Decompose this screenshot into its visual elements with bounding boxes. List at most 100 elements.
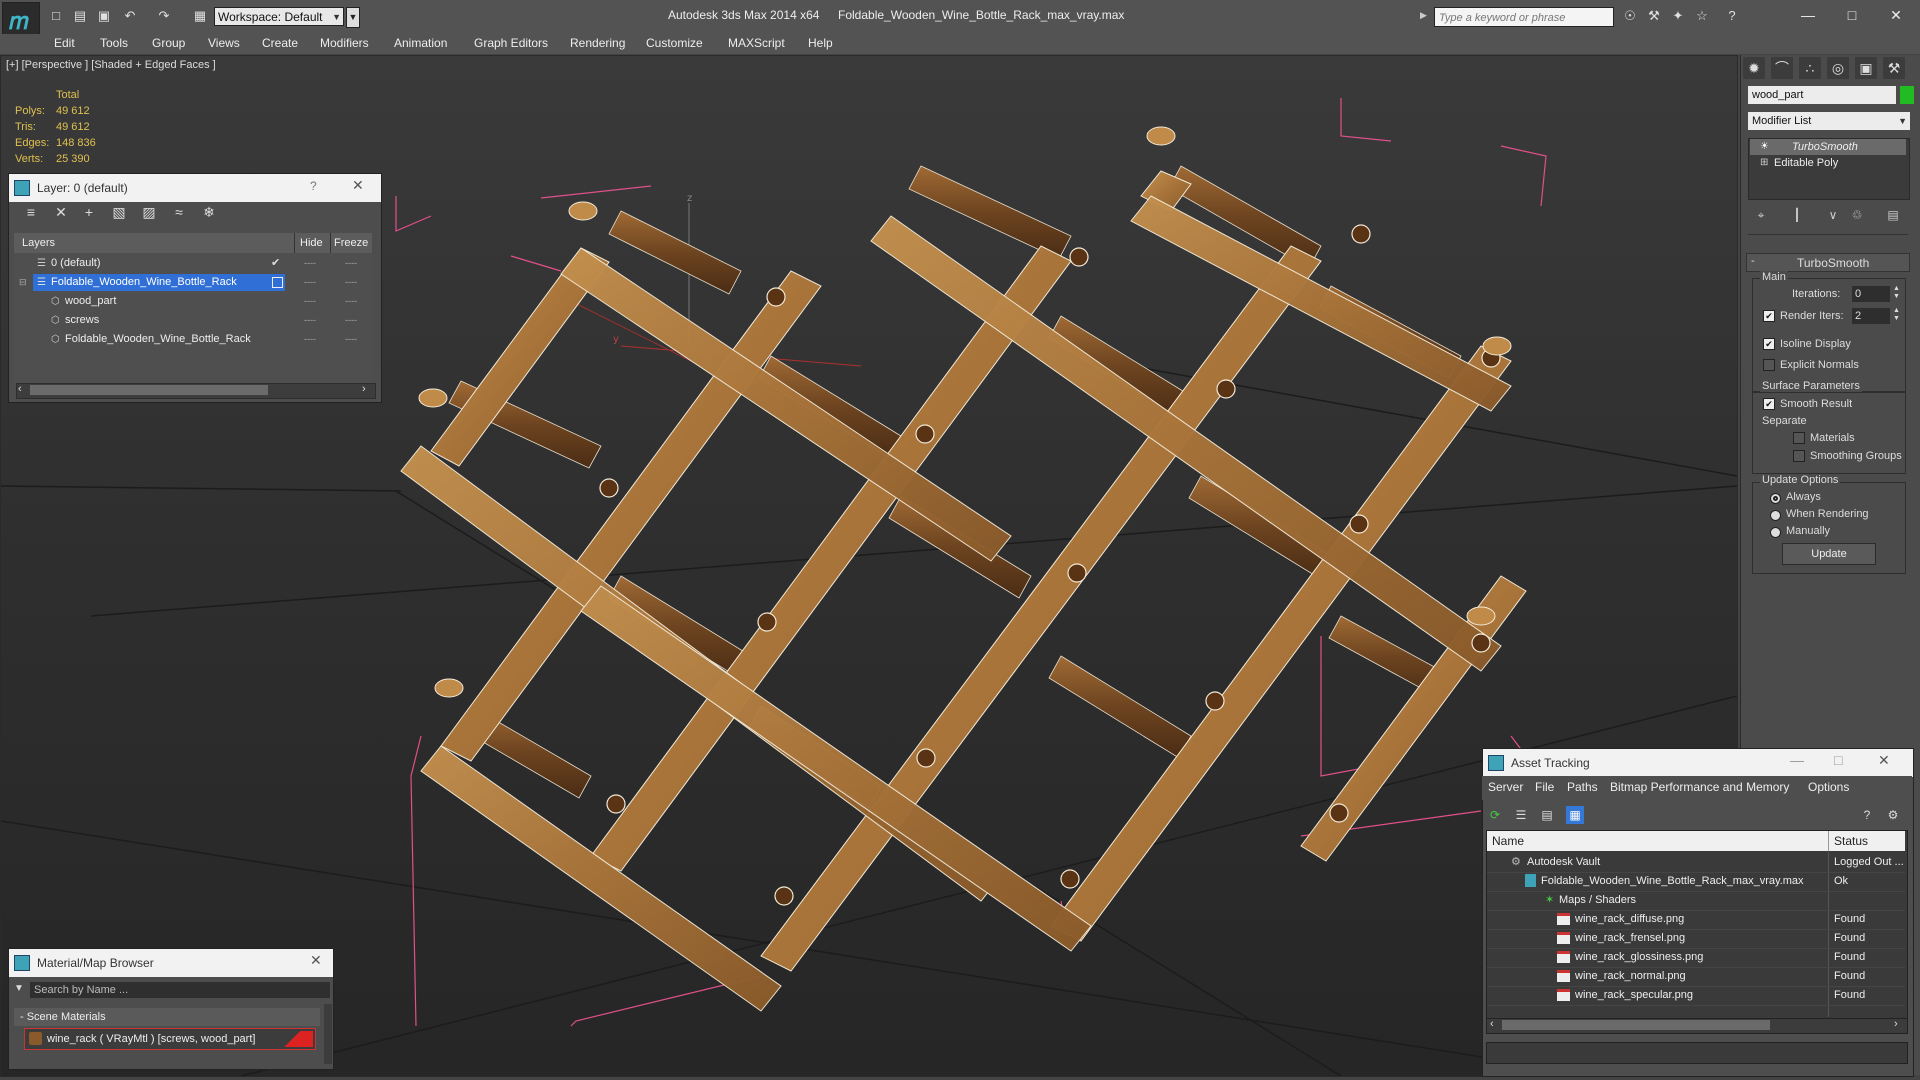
material-browser-scrollbar[interactable] <box>324 1004 332 1064</box>
layer-freeze-all-icon[interactable]: ❄ <box>200 203 218 221</box>
menu-views[interactable]: Views <box>208 33 240 53</box>
show-end-result-icon[interactable]: ┃ <box>1788 206 1806 224</box>
asset-row[interactable]: wine_rack_glossiness.png Found <box>1487 948 1905 968</box>
layer-row[interactable]: ☰ 0 (default) ✔ ---- ---- <box>15 254 369 273</box>
asset-help-icon[interactable]: ? <box>1858 806 1876 824</box>
material-item-wine-rack[interactable]: wine_rack ( VRayMtl ) [screws, wood_part… <box>24 1028 316 1050</box>
hide-toggle[interactable]: ---- <box>304 330 316 349</box>
layer-highlight-icon[interactable]: ▨ <box>140 203 158 221</box>
new-file-icon[interactable]: □ <box>48 8 64 24</box>
explicit-normals-checkbox[interactable] <box>1763 359 1775 371</box>
display-tab-icon[interactable]: ▣ <box>1855 57 1877 79</box>
hide-toggle[interactable]: ---- <box>304 254 316 273</box>
search-options-dropdown-icon[interactable]: ▼ <box>14 983 24 994</box>
always-radio[interactable] <box>1770 493 1781 504</box>
freeze-column-header[interactable]: Freeze <box>334 237 368 249</box>
open-file-icon[interactable]: ▤ <box>72 8 88 24</box>
list-view-icon[interactable]: ☰ <box>1512 806 1530 824</box>
hide-toggle[interactable]: ---- <box>304 273 316 292</box>
status-column-header[interactable]: Status <box>1834 834 1868 848</box>
menu-create[interactable]: Create <box>262 33 298 53</box>
stack-item-editable-poly[interactable]: ⊞ Editable Poly <box>1750 155 1906 171</box>
asset-row[interactable]: ⚙ Autodesk Vault Logged Out ... <box>1487 853 1905 873</box>
hide-toggle[interactable]: ---- <box>304 311 316 330</box>
asset-menu-paths[interactable]: Paths <box>1567 780 1598 794</box>
layer-row[interactable]: ⬡ screws ---- ---- <box>15 311 369 330</box>
scroll-right-icon[interactable]: › <box>362 383 366 395</box>
layer-row[interactable]: ⬡ wood_part ---- ---- <box>15 292 369 311</box>
layer-row[interactable]: ⬡ Foldable_Wooden_Wine_Bottle_Rack ---- … <box>15 330 369 349</box>
close-window-icon[interactable]: ✕ <box>1878 4 1914 26</box>
keyword-search-input[interactable]: Type a keyword or phrase <box>1434 7 1614 27</box>
asset-tracking-titlebar[interactable]: Asset Tracking <box>1483 749 1913 777</box>
modify-tab-icon[interactable]: ⌒ <box>1771 57 1793 79</box>
undo-icon[interactable]: ↶ <box>122 8 138 24</box>
minimize-window-icon[interactable]: — <box>1790 4 1826 26</box>
hierarchy-tab-icon[interactable]: ∴ <box>1799 57 1821 79</box>
asset-row[interactable]: wine_rack_specular.png Found <box>1487 986 1905 1006</box>
communication-center-icon[interactable]: ✦ <box>1670 8 1686 24</box>
asset-menu-options[interactable]: Options <box>1808 780 1849 794</box>
spinner-arrows-icon[interactable]: ▲ ▼ <box>1893 307 1900 323</box>
smooth-result-checkbox[interactable]: ✔ <box>1763 398 1775 410</box>
detail-view-icon[interactable]: ▤ <box>1538 806 1556 824</box>
workspace-menu-button[interactable]: ▼ <box>346 7 360 28</box>
turbosmooth-rollout-header[interactable]: - TurboSmooth <box>1746 253 1910 272</box>
freeze-toggle[interactable]: ---- <box>345 330 357 349</box>
layer-delete-icon[interactable]: ✕ <box>52 203 70 221</box>
asset-row[interactable]: ✶ Maps / Shaders <box>1487 891 1905 911</box>
search-expand-icon[interactable]: ▶ <box>1420 10 1427 21</box>
layer-create-icon[interactable]: ≡ <box>22 203 40 221</box>
asset-row[interactable]: Foldable_Wooden_Wine_Bottle_Rack_max_vra… <box>1487 872 1905 892</box>
material-search-input[interactable]: Search by Name ... <box>30 982 330 998</box>
layer-close-icon[interactable]: ✕ <box>352 177 364 194</box>
asset-row[interactable]: wine_rack_frensel.png Found <box>1487 929 1905 949</box>
save-file-icon[interactable]: ▣ <box>96 8 112 24</box>
asset-maximize-icon[interactable]: □ <box>1834 752 1842 768</box>
menu-help[interactable]: Help <box>808 33 833 53</box>
scene-materials-section[interactable]: - Scene Materials <box>14 1008 320 1026</box>
utilities-tab-icon[interactable]: ⚒ <box>1883 57 1905 79</box>
materials-checkbox[interactable] <box>1793 432 1805 444</box>
menu-maxscript[interactable]: MAXScript <box>728 33 785 53</box>
workspace-dropdown[interactable]: Workspace: Default ▼ <box>214 7 344 26</box>
layer-row-selected[interactable]: ⊟ ☰ Foldable_Wooden_Wine_Bottle_Rack ---… <box>15 273 369 292</box>
redo-icon[interactable]: ↷ <box>156 8 172 24</box>
iterations-spinner[interactable]: 0 <box>1852 286 1890 302</box>
favorites-star-icon[interactable]: ☆ <box>1694 8 1710 24</box>
name-column-header[interactable]: Name <box>1492 834 1524 848</box>
layer-panel-titlebar[interactable]: Layer: 0 (default) <box>9 174 381 202</box>
motion-tab-icon[interactable]: ◎ <box>1827 57 1849 79</box>
asset-menu-bitmap-performance[interactable]: Bitmap Performance and Memory <box>1610 780 1789 794</box>
pin-stack-icon[interactable]: ⌖ <box>1752 206 1770 224</box>
scroll-right-icon[interactable]: › <box>1894 1018 1898 1030</box>
render-iters-checkbox[interactable]: ✔ <box>1763 310 1775 322</box>
layers-column-header[interactable]: Layers <box>22 237 55 249</box>
freeze-toggle[interactable]: ---- <box>345 292 357 311</box>
menu-customize[interactable]: Customize <box>646 33 703 53</box>
smoothing-groups-checkbox[interactable] <box>1793 450 1805 462</box>
menu-rendering[interactable]: Rendering <box>570 33 625 53</box>
layer-add-icon[interactable]: + <box>80 203 98 221</box>
scrollbar-thumb[interactable] <box>30 385 268 395</box>
scroll-left-icon[interactable]: ‹ <box>1490 1018 1494 1030</box>
asset-row[interactable]: wine_rack_normal.png Found <box>1487 967 1905 987</box>
asset-close-icon[interactable]: ✕ <box>1878 752 1890 769</box>
scrollbar-thumb[interactable] <box>1502 1020 1770 1030</box>
current-layer-box-icon[interactable] <box>272 277 283 288</box>
refresh-icon[interactable]: ⟳ <box>1486 806 1504 824</box>
freeze-toggle[interactable]: ---- <box>345 311 357 330</box>
isoline-display-checkbox[interactable]: ✔ <box>1763 338 1775 350</box>
hide-column-header[interactable]: Hide <box>300 237 323 249</box>
asset-menu-file[interactable]: File <box>1535 780 1554 794</box>
freeze-toggle[interactable]: ---- <box>345 273 357 292</box>
menu-modifiers[interactable]: Modifiers <box>320 33 369 53</box>
object-name-field[interactable]: wood_part <box>1748 86 1896 104</box>
asset-menu-server[interactable]: Server <box>1488 780 1523 794</box>
help-icon[interactable]: ? <box>1724 8 1740 24</box>
make-unique-icon[interactable]: ∨ <box>1824 206 1842 224</box>
menu-animation[interactable]: Animation <box>394 33 447 53</box>
create-tab-icon[interactable]: ✹ <box>1743 57 1765 79</box>
layer-select-icon[interactable]: ▧ <box>110 203 128 221</box>
project-folder-icon[interactable]: ▦ <box>192 8 208 24</box>
